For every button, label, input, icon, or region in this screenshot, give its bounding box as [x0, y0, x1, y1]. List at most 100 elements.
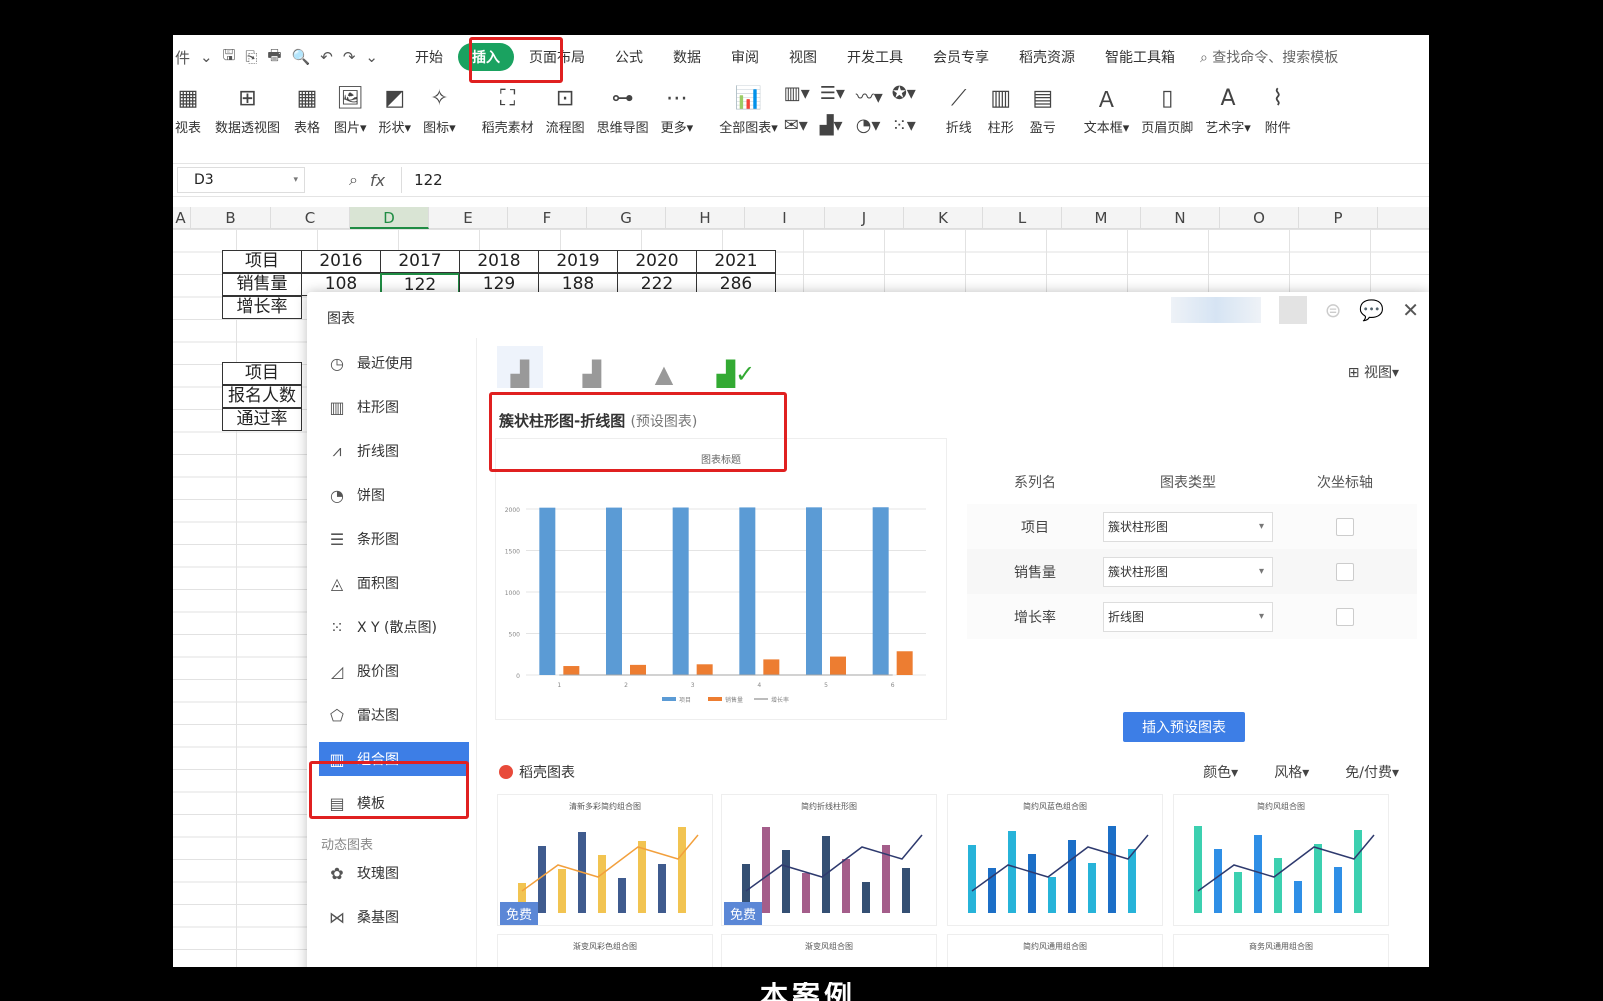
tool-textbox[interactable]: Ａ 文本框▾ — [1078, 79, 1136, 136]
undo-icon[interactable]: ↶ — [320, 48, 333, 66]
tool-sparkline-winloss[interactable]: ▤ 盈亏 — [1022, 79, 1064, 137]
chart-type-select[interactable]: 簇状柱形图 ▾ — [1103, 511, 1273, 542]
table-header-cell[interactable]: 项目 — [222, 250, 302, 273]
tool-more[interactable]: ⋯ 更多▾ — [655, 79, 700, 137]
sidebar-item-stock-chart[interactable]: ◿ 股价图 — [319, 654, 469, 688]
row-label-cell[interactable]: 增长率 — [222, 296, 302, 319]
tool-icon[interactable]: ✧ 图标▾ — [417, 79, 462, 137]
variant-column-line-secondary-icon[interactable]: ▟ — [569, 346, 615, 388]
sidebar-item-clock[interactable]: ◷ 最近使用 — [319, 346, 469, 380]
line-chart-small-icon[interactable]: 〰▾ — [856, 83, 892, 115]
more-quick-icon[interactable]: ⌄ — [365, 48, 378, 66]
chart-type-select[interactable]: 簇状柱形图 ▾ — [1103, 556, 1273, 587]
secondary-axis-checkbox[interactable] — [1336, 562, 1354, 581]
insert-preset-chart-button[interactable]: 插入预设图表 — [1123, 712, 1245, 742]
row-label-cell[interactable]: 销售量 — [222, 273, 302, 296]
column-header-e[interactable]: E — [429, 207, 508, 229]
chevron-down-icon[interactable]: ⌄ — [200, 48, 213, 66]
tool-flowchart[interactable]: ⊡ 流程图 — [540, 79, 591, 137]
filter-style[interactable]: 风格▾ — [1274, 762, 1309, 782]
column-header-b[interactable]: B — [191, 207, 271, 229]
tool-all-charts[interactable]: 📊 全部图表▾ — [713, 79, 784, 137]
tab-data[interactable]: 数据 — [658, 47, 716, 67]
bar-chart-small-icon[interactable]: ☰▾ — [820, 83, 856, 115]
template-thumbnail[interactable]: 简约折线柱形图 免费 — [721, 794, 937, 926]
table2-label-cell[interactable]: 项目 — [222, 362, 302, 385]
column-header-l[interactable]: L — [983, 207, 1062, 229]
tool-material[interactable]: ⛶ 稻壳素材 — [476, 79, 540, 137]
save-icon[interactable]: 🖫 — [223, 45, 236, 70]
template-thumbnail[interactable]: 渐变风组合图 — [721, 934, 937, 967]
template-thumbnail[interactable]: 渐变风彩色组合图 — [497, 934, 713, 967]
secondary-axis-checkbox[interactable] — [1336, 607, 1354, 626]
column-header-p[interactable]: P — [1299, 207, 1378, 229]
sidebar-item-bar-chart[interactable]: ☰ 条形图 — [319, 522, 469, 556]
tab-docer[interactable]: 稻壳资源 — [1004, 47, 1090, 67]
search-command[interactable]: ⌕ 查找命令、搜索模板 — [1200, 47, 1338, 67]
tool-shape[interactable]: ◩ 形状▾ — [373, 79, 418, 137]
tool-sparkline-column[interactable]: ▥ 柱形 — [980, 79, 1022, 137]
table-header-cell[interactable]: 2018 — [459, 250, 539, 273]
fx-icon[interactable]: fx — [370, 171, 385, 190]
redo-icon[interactable]: ↷ — [343, 48, 356, 66]
tab-home[interactable]: 开始 — [400, 47, 458, 67]
column-header-o[interactable]: O — [1220, 207, 1299, 229]
column-header-h[interactable]: H — [666, 207, 745, 229]
copy-icon[interactable]: ⎘ — [245, 48, 257, 66]
template-thumbnail[interactable]: 简约风通用组合图 — [947, 934, 1163, 967]
sidebar-item-sankey-chart[interactable]: ⋈ 桑基图 — [319, 900, 469, 934]
pie-chart-small-icon[interactable]: ◔▾ — [856, 115, 892, 147]
variant-area-column-icon[interactable]: ▲ — [641, 346, 687, 388]
column-header-f[interactable]: F — [508, 207, 587, 229]
variant-custom-combo-icon[interactable]: ▟✓ — [713, 346, 759, 388]
area-chart-small-icon[interactable]: ✉▾ — [784, 115, 820, 147]
table-header-cell[interactable]: 2017 — [380, 250, 460, 273]
tool-attachment[interactable]: ⌇ 附件 — [1257, 79, 1299, 137]
name-box[interactable]: D3 ▾ — [177, 167, 305, 193]
column-header-a[interactable]: A — [173, 207, 191, 229]
sidebar-item-pie-chart[interactable]: ◔ 饼图 — [319, 478, 469, 512]
tab-formula[interactable]: 公式 — [600, 47, 658, 67]
tool-picture[interactable]: 🖼 图片▾ — [328, 79, 373, 137]
filter-price[interactable]: 免/付费▾ — [1345, 762, 1399, 782]
sidebar-item-scatter-chart[interactable]: ⁙ X Y (散点图) — [319, 610, 469, 644]
column-header-i[interactable]: I — [745, 207, 825, 229]
table-header-cell[interactable]: 2016 — [301, 250, 381, 273]
table2-label-cell[interactable]: 通过率 — [222, 408, 302, 431]
tool-header-footer[interactable]: ▯ 页眉页脚 — [1135, 79, 1199, 137]
column-header-m[interactable]: M — [1062, 207, 1141, 229]
tool-mindmap[interactable]: ⊶ 思维导图 — [591, 79, 655, 137]
sidebar-item-column-chart[interactable]: ▥ 柱形图 — [319, 390, 469, 424]
zoom-icon[interactable]: ⌕ — [349, 170, 358, 190]
tab-member[interactable]: 会员专享 — [918, 47, 1004, 67]
table2-label-cell[interactable]: 报名人数 — [222, 385, 302, 408]
tab-review[interactable]: 审阅 — [716, 47, 774, 67]
tool-wordart[interactable]: A 艺术字▾ — [1199, 79, 1257, 137]
column-header-k[interactable]: K — [904, 207, 983, 229]
stock-chart-small-icon[interactable]: ▟▾ — [820, 115, 856, 147]
template-thumbnail[interactable]: 简约风组合图 — [1173, 794, 1389, 926]
radar-chart-small-icon[interactable]: ✪▾ — [892, 83, 928, 115]
column-header-d[interactable]: D — [350, 207, 429, 229]
column-header-g[interactable]: G — [587, 207, 666, 229]
sidebar-item-rose-chart[interactable]: ✿ 玫瑰图 — [319, 856, 469, 890]
table-header-cell[interactable]: 2020 — [617, 250, 697, 273]
sidebar-item-area-chart[interactable]: ◬ 面积图 — [319, 566, 469, 600]
table-header-cell[interactable]: 2019 — [538, 250, 618, 273]
file-menu-icon[interactable]: 件 — [175, 47, 190, 68]
template-thumbnail[interactable]: 商务风通用组合图 — [1173, 934, 1389, 967]
print-icon[interactable]: 🖶 — [267, 45, 281, 70]
chart-type-select[interactable]: 折线图 ▾ — [1103, 601, 1273, 632]
tool-pivot-table[interactable]: ▦ 视表 — [173, 79, 209, 137]
filter-color[interactable]: 颜色▾ — [1203, 762, 1238, 782]
tool-table[interactable]: ▦ 表格 — [286, 79, 328, 137]
tab-developer[interactable]: 开发工具 — [832, 47, 918, 67]
view-toggle[interactable]: ⊞ 视图▾ — [1348, 362, 1399, 382]
template-thumbnail[interactable]: 清新多彩简约组合图 免费 — [497, 794, 713, 926]
table-header-cell[interactable]: 2021 — [696, 250, 776, 273]
preview-icon[interactable]: 🔍 — [292, 48, 311, 66]
close-icon[interactable]: ✕ — [1402, 298, 1419, 322]
column-header-j[interactable]: J — [825, 207, 904, 229]
secondary-axis-checkbox[interactable] — [1336, 517, 1354, 536]
tab-smart-tools[interactable]: 智能工具箱 — [1090, 47, 1190, 67]
